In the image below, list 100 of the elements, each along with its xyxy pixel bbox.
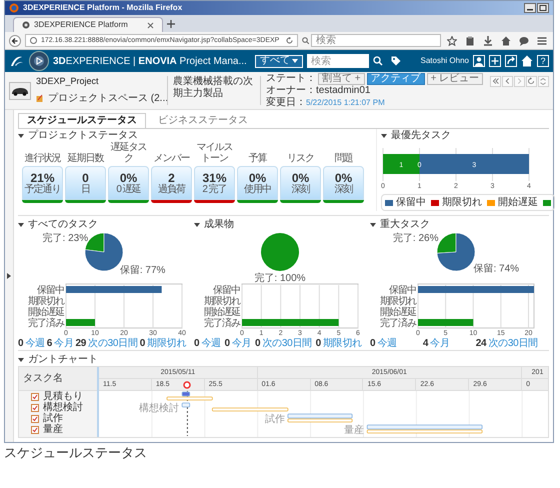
period-link[interactable]: 次の30日間	[88, 336, 138, 351]
period-link[interactable]: 期限切れ	[322, 336, 362, 351]
rewind-icon[interactable]	[490, 76, 501, 87]
period-link[interactable]: 今月	[232, 336, 252, 351]
count-text: 0	[140, 337, 145, 351]
pie-label: 保留: 74%	[474, 263, 520, 274]
axis-label: 保留中	[213, 285, 240, 296]
bar-label: 試作	[264, 414, 285, 425]
collapse-arrow-icon[interactable]	[18, 134, 24, 138]
count-text: 0	[370, 337, 376, 351]
section-title: すべてのタスク	[28, 218, 98, 232]
car-icon	[9, 82, 31, 100]
browser-tab[interactable]: 3DEXPERIENCE Platform	[13, 17, 163, 32]
state-button[interactable]: + レビュー	[426, 72, 484, 84]
chat-icon[interactable]	[519, 36, 529, 46]
app-title: 3DEXPERIENCE | ENOVIA Project Mana...	[53, 54, 247, 68]
search-icon[interactable]	[372, 56, 383, 66]
count-text: 6	[46, 337, 52, 351]
close-icon[interactable]	[147, 22, 154, 28]
plus-icon[interactable]	[489, 55, 501, 67]
card-value: 0	[82, 172, 89, 184]
collapse-arrow-icon[interactable]	[370, 222, 376, 226]
search-icon	[302, 37, 309, 44]
collapse-arrow-icon[interactable]	[18, 358, 24, 362]
modified-date: 5/22/2015 1:21:07 PM	[306, 96, 385, 108]
task-icon	[31, 414, 39, 422]
period-link[interactable]: 今月	[54, 336, 74, 351]
help-button[interactable]: ?	[537, 55, 549, 67]
scope-dropdown[interactable]: すべて	[254, 54, 303, 68]
card-value: 0%	[120, 172, 138, 184]
period-link[interactable]: 期限切れ	[147, 336, 186, 351]
chart-bar	[418, 319, 474, 326]
previous-icon[interactable]	[502, 76, 513, 87]
brand-logo-icon	[9, 54, 25, 68]
refresh-icon[interactable]	[526, 76, 537, 87]
collapse-arrow-icon[interactable]	[381, 134, 387, 138]
task-icon	[31, 404, 39, 412]
card-value: 31%	[202, 172, 227, 184]
minimize-icon[interactable]	[524, 3, 536, 13]
count-text: 0	[255, 337, 260, 351]
period-link[interactable]: 次の30日間	[488, 336, 538, 351]
axis-label: 保留中	[37, 285, 64, 296]
task-name: 見積もり	[43, 392, 83, 402]
count-text: 0	[316, 337, 321, 351]
axis-label: 期限切れ	[28, 296, 64, 307]
tab[interactable]: スケジュールステータス	[18, 113, 146, 128]
owner-text: オーナー：testadmin01	[266, 84, 372, 96]
card-note: 0 遅延	[116, 184, 141, 194]
period-link[interactable]: 今週	[201, 336, 221, 351]
clipboard-icon[interactable]	[465, 36, 475, 46]
legend-swatch	[431, 200, 439, 206]
project-icon	[36, 94, 44, 102]
task-name: 量産	[43, 424, 63, 434]
count-text: 0	[194, 337, 200, 351]
window-title: 3DEXPERIENCE Platform - Mozilla Firefox	[23, 4, 182, 12]
collapse-arrow-icon[interactable]	[18, 222, 24, 226]
search-field[interactable]: 検索	[306, 54, 369, 68]
period-link[interactable]: 次の30日間	[262, 336, 312, 351]
reload-icon[interactable]	[286, 37, 293, 44]
home-icon[interactable]	[521, 55, 533, 67]
tag-icon[interactable]	[390, 56, 401, 66]
download-icon[interactable]	[483, 36, 493, 46]
count-text: 29	[76, 337, 86, 351]
figure-caption: スケジュールステータス	[4, 445, 148, 461]
tab[interactable]: ビジネスステータス	[150, 113, 256, 128]
state-button[interactable]: 割当て +	[318, 72, 365, 84]
share-icon[interactable]	[505, 55, 517, 67]
menu-icon[interactable]	[537, 36, 547, 46]
period-link[interactable]: 今週	[377, 336, 397, 351]
project-description: 農業機械搭載の次期主力製品	[173, 76, 254, 100]
new-tab-icon[interactable]	[167, 20, 175, 28]
star-icon[interactable]	[447, 36, 457, 46]
home-icon[interactable]	[501, 36, 511, 46]
period-link[interactable]: 今月	[430, 336, 450, 351]
axis-label: 開始遅延	[380, 307, 416, 318]
user-name: Satoshi Ohno	[420, 55, 469, 67]
axis-label: 完了済み	[204, 318, 240, 329]
collapse-arrow-icon[interactable]	[194, 222, 200, 226]
card-label: 問題	[334, 152, 352, 164]
section-title: 成果物	[204, 218, 234, 232]
task-name: 試作	[43, 414, 63, 424]
person-icon[interactable]	[473, 55, 485, 67]
card-note: 日	[81, 184, 90, 194]
search-field[interactable]: 検索	[311, 34, 441, 47]
card-label: 延期日数	[68, 152, 104, 164]
count-text: 24	[476, 337, 486, 351]
state-button[interactable]: アクティブ	[366, 72, 425, 84]
pie-label: 完了: 23%	[42, 233, 88, 244]
card-note: 深刻	[334, 184, 352, 194]
axis-label: 完了済み	[380, 318, 416, 329]
card-label: 遅延タスク	[110, 142, 148, 164]
back-icon[interactable]	[9, 34, 21, 46]
expand-icon[interactable]	[7, 273, 11, 279]
maximize-icon[interactable]	[537, 3, 549, 13]
card-note: 過負荷	[158, 184, 185, 194]
period-link[interactable]: 今週	[25, 336, 45, 351]
compass-icon[interactable]	[29, 51, 49, 71]
legend-label: 保留中	[396, 196, 426, 210]
card-note: 2 完了	[202, 184, 227, 194]
collapse-icon[interactable]	[538, 76, 549, 87]
